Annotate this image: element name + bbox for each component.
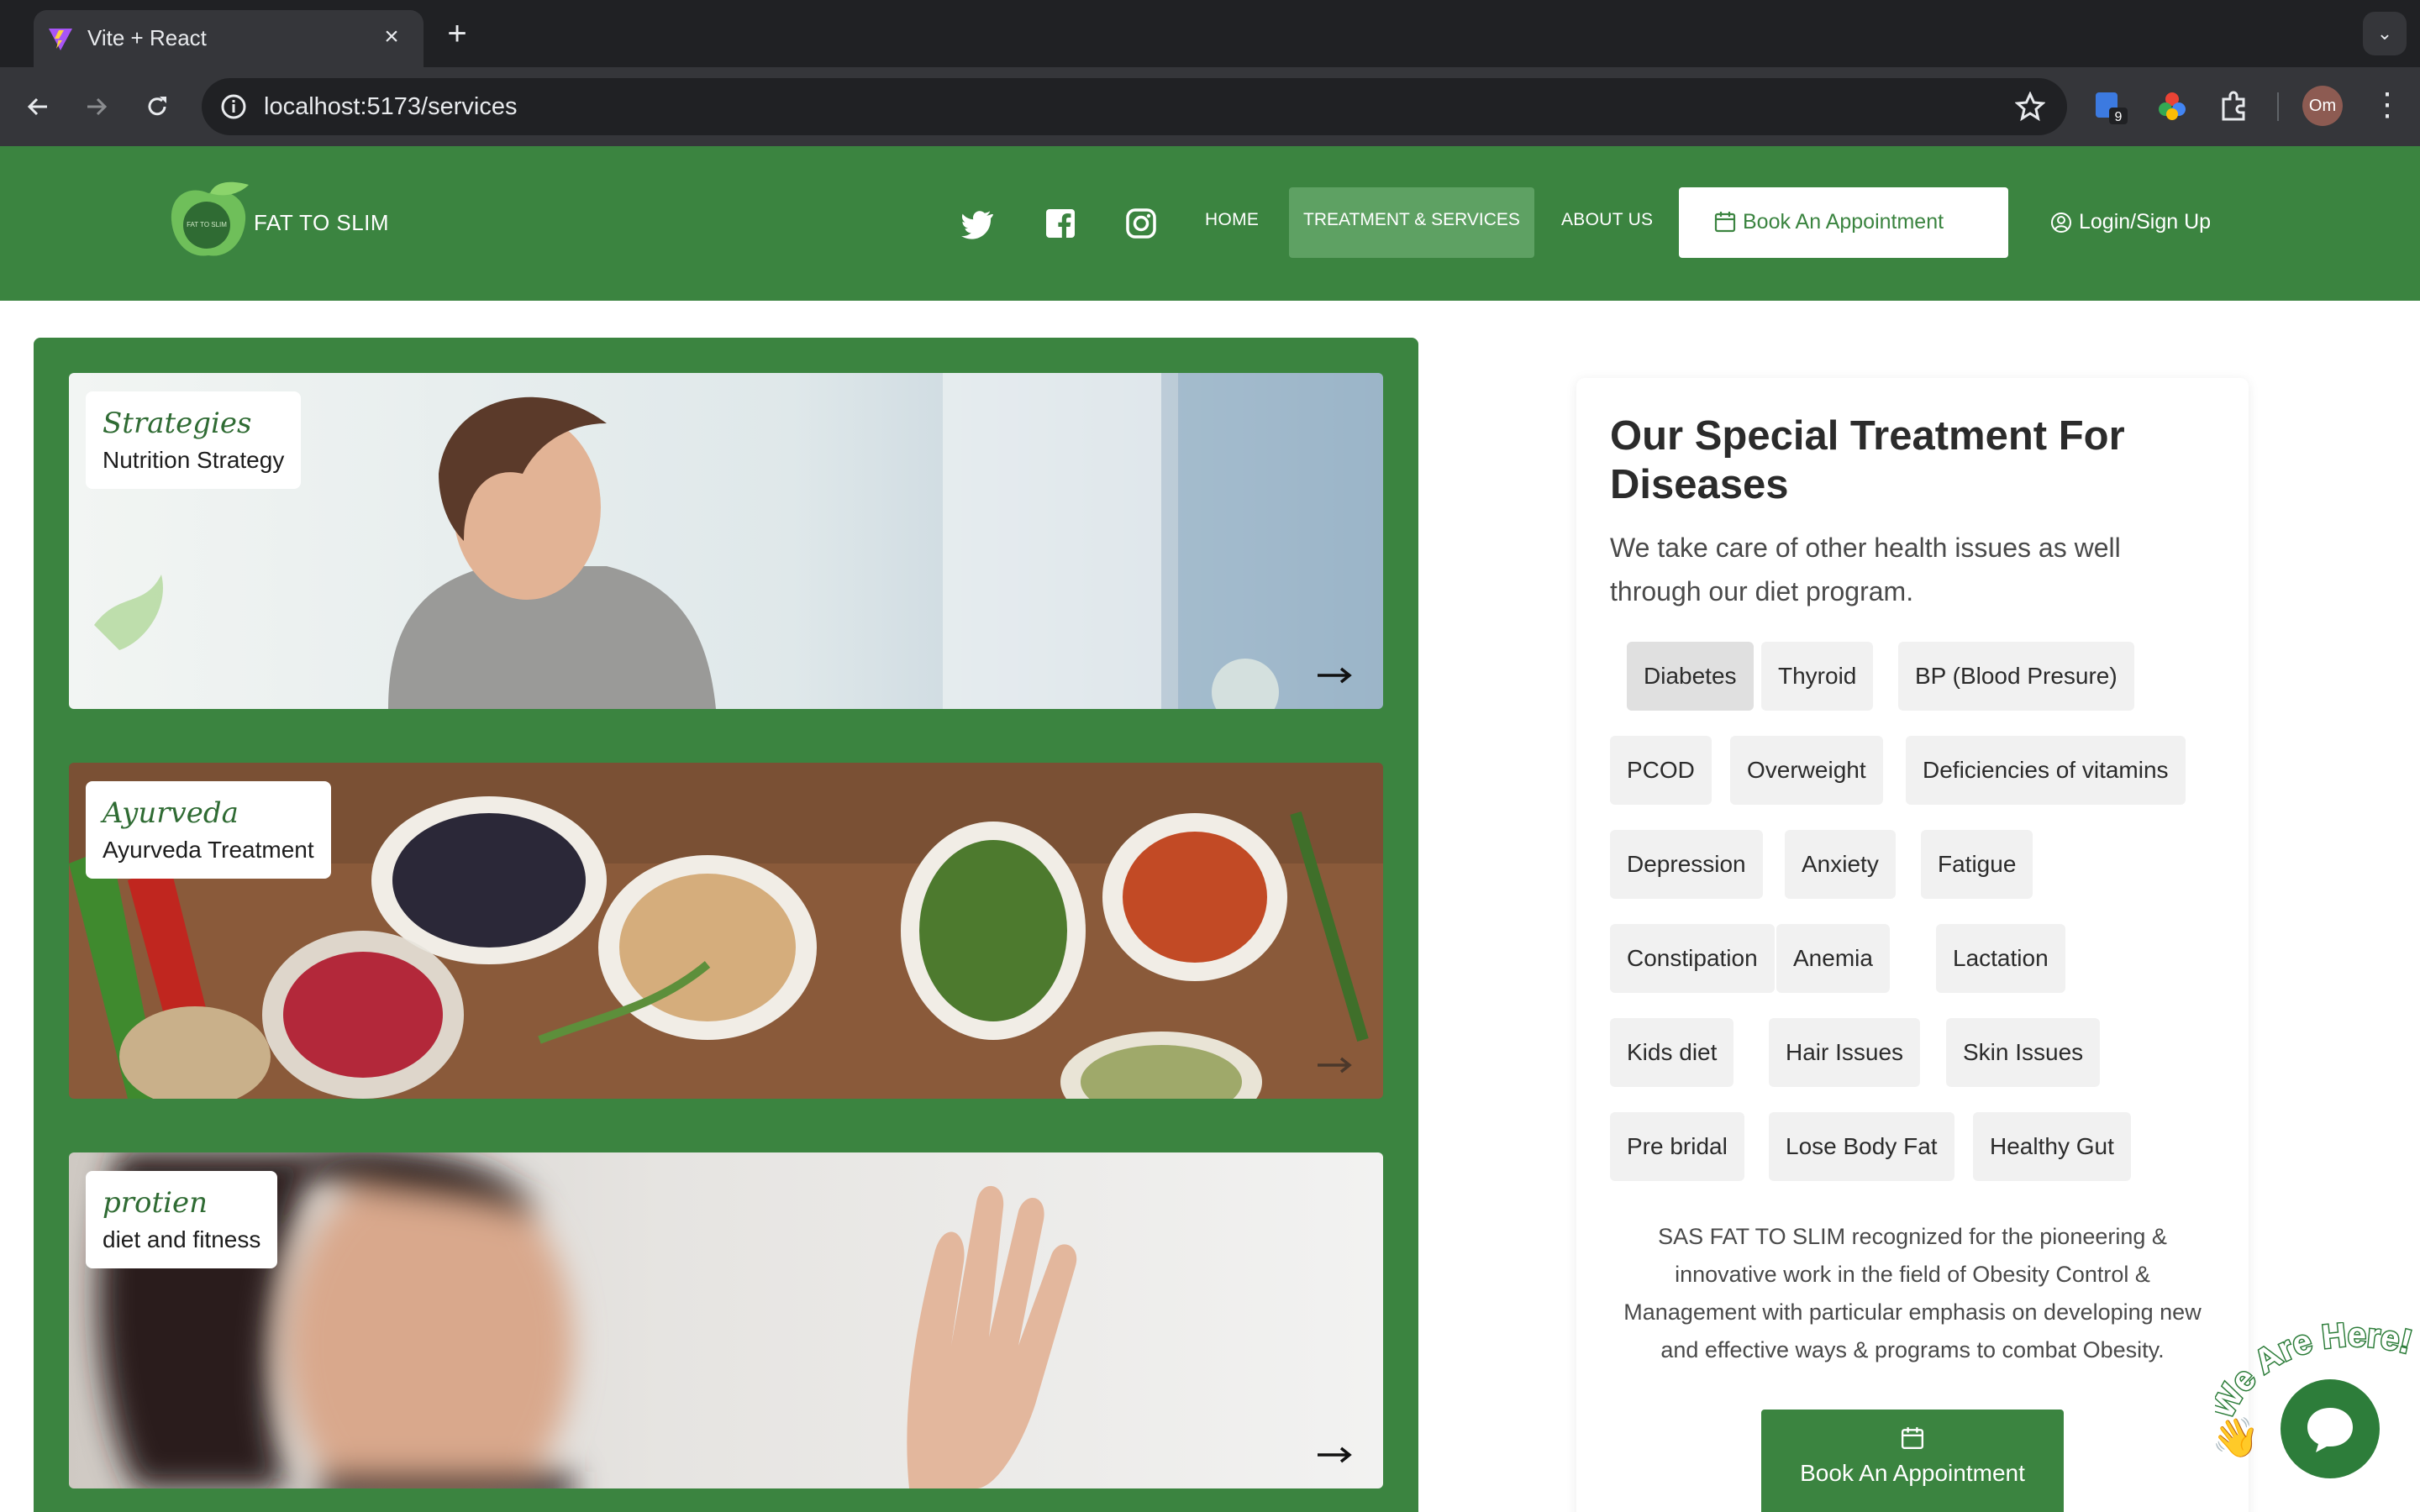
login-signup-link[interactable]: Login/Sign Up	[2050, 210, 2211, 234]
nav-home[interactable]: HOME	[1205, 210, 1259, 230]
treatment-subtitle: We take care of other health issues as w…	[1610, 533, 2121, 606]
calendar-icon	[1901, 1427, 1924, 1450]
extension-badge: 9	[2115, 110, 2123, 124]
chip-constipation[interactable]: Constipation	[1610, 924, 1775, 993]
browser-tab[interactable]: Vite + React ×	[34, 10, 424, 67]
waving-hand-icon: 👋	[2212, 1415, 2260, 1459]
user-circle-icon	[2051, 213, 2071, 233]
chip-overweight[interactable]: Overweight	[1730, 736, 1883, 805]
calendar-icon	[1714, 212, 1736, 233]
instagram-icon[interactable]	[1124, 207, 1158, 240]
nav-treatment-services[interactable]: TREATMENT & SERVICES	[1289, 187, 1534, 258]
chip-depression[interactable]: Depression	[1610, 830, 1763, 899]
header-book-appointment-label: Book An Appointment	[1743, 210, 1944, 234]
toolbar-divider	[2277, 92, 2279, 121]
forward-icon[interactable]	[77, 87, 116, 126]
card-script-text: protien	[103, 1186, 208, 1220]
chip-kids-diet[interactable]: Kids diet	[1610, 1018, 1734, 1087]
chip-diabetes[interactable]: Diabetes	[1627, 642, 1754, 711]
chip-pcod[interactable]: PCOD	[1610, 736, 1712, 805]
arrow-right-icon[interactable]	[1316, 1445, 1353, 1465]
color-picker-extension-icon[interactable]	[2154, 89, 2190, 124]
login-signup-label: Login/Sign Up	[2079, 210, 2212, 234]
chip-pre-bridal[interactable]: Pre bridal	[1610, 1112, 1744, 1181]
nav-about-us[interactable]: ABOUT US	[1561, 210, 1653, 230]
card-title: Nutrition Strategy	[103, 447, 285, 473]
chip-bp[interactable]: BP (Blood Presure)	[1898, 642, 2134, 711]
arrow-right-icon[interactable]	[1316, 665, 1353, 685]
card-title: diet and fitness	[103, 1226, 261, 1252]
service-card-ayurveda[interactable]: Ayurveda Ayurveda Treatment	[69, 763, 1383, 1099]
tab-search-icon[interactable]: ⌄	[2363, 12, 2407, 55]
treatment-title: Our Special Treatment For Diseases	[1610, 413, 2125, 507]
card-label: protien diet and fitness	[86, 1171, 278, 1268]
chip-skin-issues[interactable]: Skin Issues	[1946, 1018, 2101, 1087]
browser-menu-icon[interactable]: ⋮	[2371, 86, 2403, 128]
site-info-icon[interactable]	[217, 90, 250, 123]
arrow-right-icon[interactable]	[1316, 1055, 1353, 1075]
url-text: localhost:5173/services	[264, 93, 518, 120]
chip-fatigue[interactable]: Fatigue	[1921, 830, 2033, 899]
tab-title: Vite + React	[87, 25, 207, 50]
nav-treatment-services-label: TREATMENT & SERVICES	[1303, 210, 1520, 229]
service-card-diet-fitness[interactable]: protien diet and fitness	[69, 1152, 1383, 1488]
card-script-text: Ayurveda	[103, 796, 239, 830]
new-tab-icon[interactable]: +	[439, 17, 476, 54]
chip-lactation[interactable]: Lactation	[1936, 924, 2065, 993]
profile-avatar[interactable]: Om	[2302, 86, 2343, 126]
reload-icon[interactable]	[138, 87, 176, 126]
address-bar[interactable]: localhost:5173/services	[202, 78, 2067, 135]
vite-favicon-icon	[49, 29, 72, 50]
fat-to-slim-logo[interactable]: FAT TO SLIM	[165, 178, 252, 262]
extension-blue-icon[interactable]: 9	[2092, 89, 2128, 124]
close-tab-icon[interactable]: ×	[375, 20, 408, 54]
treatment-description: SAS FAT TO SLIM recognized for the pione…	[1623, 1224, 2202, 1362]
special-treatment-card: Our Special Treatment For Diseases We ta…	[1576, 378, 2249, 1512]
card-label: Strategies Nutrition Strategy	[86, 391, 302, 489]
extensions-puzzle-icon[interactable]	[2217, 89, 2252, 124]
chip-anxiety[interactable]: Anxiety	[1785, 830, 1896, 899]
chat-launcher-button[interactable]	[2281, 1379, 2380, 1478]
chip-deficiencies-vitamins[interactable]: Deficiencies of vitamins	[1906, 736, 2186, 805]
header-book-appointment-button[interactable]: Book An Appointment	[1679, 187, 2008, 258]
logo-text: FAT TO SLIM	[187, 221, 227, 228]
facebook-icon[interactable]	[1044, 207, 1077, 240]
book-appointment-button[interactable]: Book An Appointment	[1761, 1410, 2064, 1512]
back-icon[interactable]	[18, 87, 57, 126]
brand-name[interactable]: FAT TO SLIM	[254, 210, 389, 236]
chat-bubble-icon	[2307, 1408, 2353, 1452]
browser-toolbar: localhost:5173/services 9 Om ⋮	[0, 67, 2420, 146]
card-title: Ayurveda Treatment	[103, 837, 314, 863]
chip-thyroid[interactable]: Thyroid	[1761, 642, 1874, 711]
chip-anemia[interactable]: Anemia	[1776, 924, 1890, 993]
card-label: Ayurveda Ayurveda Treatment	[86, 781, 331, 879]
chip-healthy-gut[interactable]: Healthy Gut	[1973, 1112, 2131, 1181]
chip-lose-body-fat[interactable]: Lose Body Fat	[1769, 1112, 1954, 1181]
book-appointment-label: Book An Appointment	[1800, 1460, 2025, 1486]
services-panel: Strategies Nutrition Strategy Ayurveda A…	[34, 338, 1418, 1512]
chip-hair-issues[interactable]: Hair Issues	[1769, 1018, 1921, 1087]
site-header: FAT TO SLIM FAT TO SLIM HOME TREATMENT &…	[0, 146, 2420, 301]
bookmark-star-icon[interactable]	[2015, 92, 2045, 122]
service-card-nutrition[interactable]: Strategies Nutrition Strategy	[69, 373, 1383, 709]
twitter-icon[interactable]	[961, 207, 995, 240]
browser-tabstrip: Vite + React × + ⌄	[0, 0, 2420, 67]
card-script-text: Strategies	[103, 407, 252, 440]
